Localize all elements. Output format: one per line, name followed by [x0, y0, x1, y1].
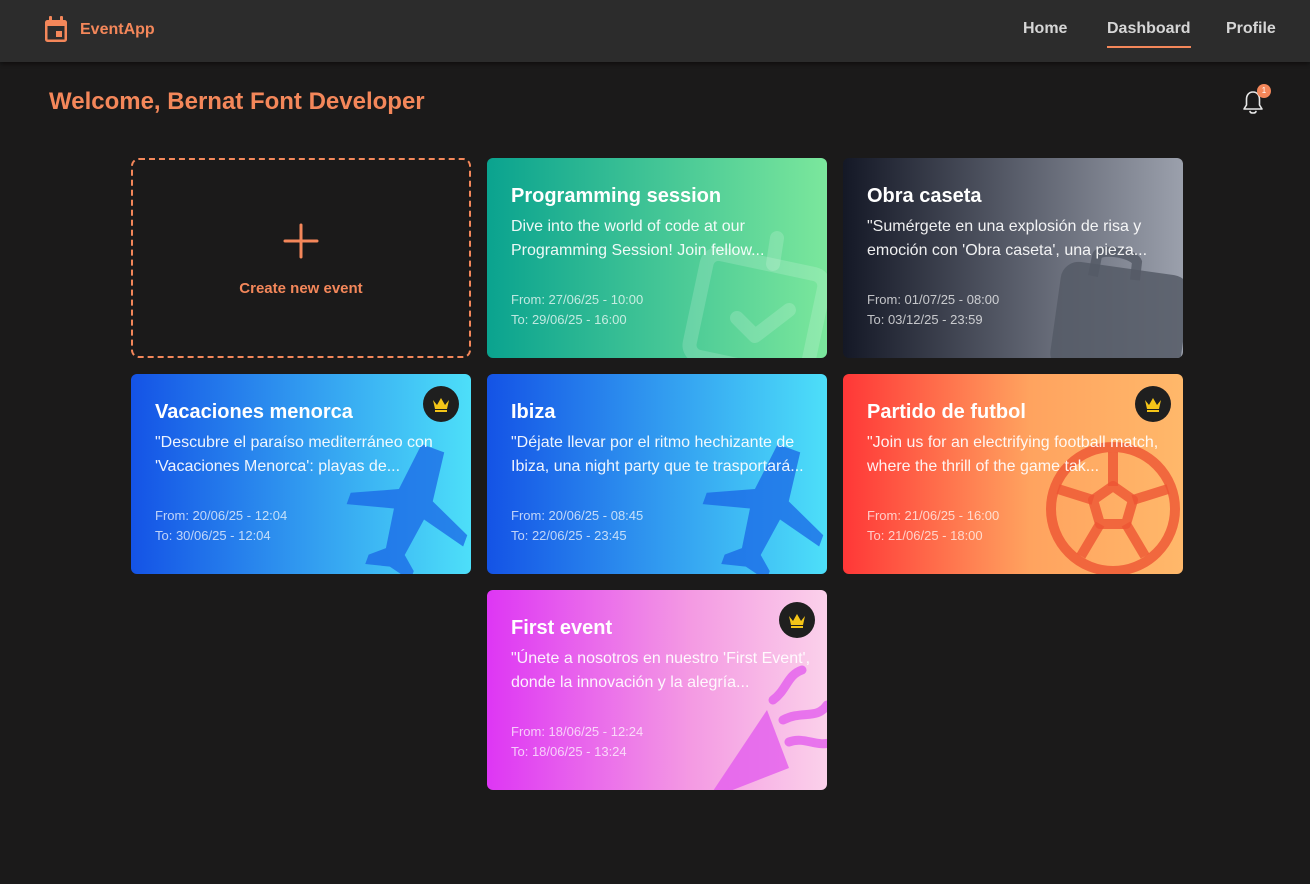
brand-link[interactable]: EventApp	[44, 16, 155, 44]
premium-badge	[779, 602, 815, 638]
event-start: From: 21/06/25 - 16:00	[867, 508, 1000, 523]
premium-badge	[1135, 386, 1171, 422]
event-end: To: 21/06/25 - 18:00	[867, 528, 983, 543]
plus-icon	[283, 223, 319, 259]
event-title: Programming session	[511, 185, 722, 207]
app-name: EventApp	[80, 21, 155, 38]
event-title: Obra caseta	[867, 185, 982, 207]
notification-count-badge: 1	[1257, 84, 1271, 98]
event-card[interactable]: Partido de futbol "Join us for an electr…	[843, 374, 1183, 574]
calendar-icon	[45, 16, 67, 42]
event-description: "Únete a nosotros en nuestro 'First Even…	[511, 650, 811, 691]
event-card[interactable]: Ibiza "Déjate llevar por el ritmo hechiz…	[487, 374, 827, 574]
crown-icon	[789, 614, 805, 628]
event-start: From: 20/06/25 - 12:04	[155, 508, 288, 523]
event-title: Vacaciones menorca	[155, 401, 353, 423]
event-card[interactable]: First event "Únete a nosotros en nuestro…	[487, 590, 827, 790]
nav-profile[interactable]: Profile	[1226, 20, 1276, 48]
nav-home[interactable]: Home	[1023, 20, 1067, 48]
event-description: "Join us for an electrifying football ma…	[867, 434, 1159, 475]
navbar: EventApp Home Dashboard Profile	[0, 0, 1310, 62]
event-end: To: 18/06/25 - 13:24	[511, 744, 627, 759]
event-title: Partido de futbol	[867, 401, 1026, 423]
event-description: "Descubre el paraíso mediterráneo con 'V…	[155, 434, 433, 475]
crown-icon	[1145, 398, 1161, 412]
event-end: To: 03/12/25 - 23:59	[867, 312, 983, 327]
event-start: From: 01/07/25 - 08:00	[867, 292, 1000, 307]
event-end: To: 30/06/25 - 12:04	[155, 528, 271, 543]
event-title: Ibiza	[511, 401, 556, 423]
event-card[interactable]: Programming session Dive into the world …	[487, 158, 827, 358]
event-start: From: 20/06/25 - 08:45	[511, 508, 644, 523]
create-event-card[interactable]: Create new event	[131, 158, 471, 358]
notifications-button[interactable]: 1	[1240, 84, 1271, 118]
crown-icon	[433, 398, 449, 412]
welcome-heading: Welcome, Bernat Font Developer	[49, 88, 425, 115]
event-description: "Déjate llevar por el ritmo hechizante d…	[511, 434, 804, 475]
event-card[interactable]: Vacaciones menorca "Descubre el paraíso …	[131, 374, 471, 574]
event-card[interactable]: Obra caseta "Sumérgete en una explosión …	[843, 158, 1183, 358]
event-end: To: 22/06/25 - 23:45	[511, 528, 627, 543]
event-start: From: 27/06/25 - 10:00	[511, 292, 644, 307]
event-start: From: 18/06/25 - 12:24	[511, 724, 644, 739]
event-description: "Sumérgete en una explosión de risa y em…	[867, 218, 1148, 259]
nav-dashboard[interactable]: Dashboard	[1107, 20, 1191, 48]
event-end: To: 29/06/25 - 16:00	[511, 312, 627, 327]
event-title: First event	[511, 617, 613, 639]
create-event-label: Create new event	[239, 280, 363, 297]
premium-badge	[423, 386, 459, 422]
event-description: Dive into the world of code at our Progr…	[511, 218, 765, 259]
